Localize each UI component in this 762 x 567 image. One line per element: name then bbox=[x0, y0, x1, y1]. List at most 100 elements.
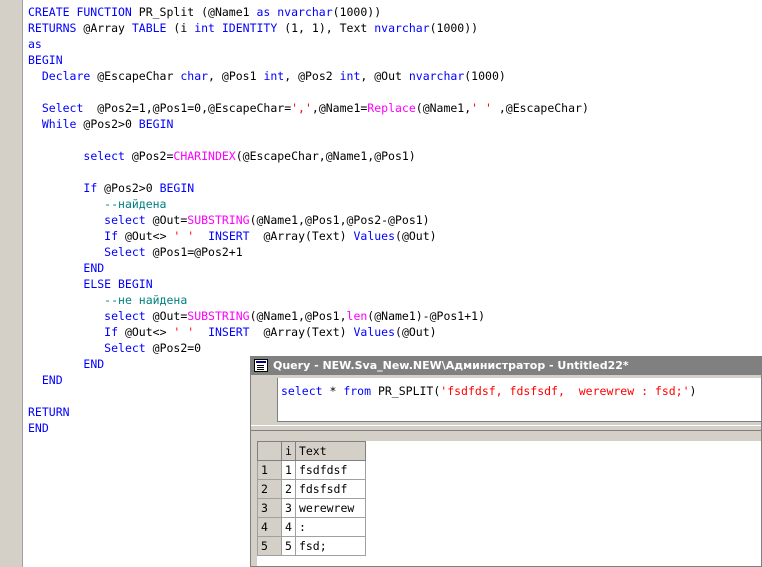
cell-i[interactable]: 4 bbox=[281, 517, 296, 537]
code-token: END bbox=[83, 357, 105, 371]
code-token: @Out<> bbox=[124, 325, 174, 339]
results-grid[interactable]: i Text 1 1 fsdfdsf 2 2 fdsfsdf 3 3 werewrew 4 4:5 5… bbox=[257, 441, 761, 566]
query-window[interactable]: Query - NEW.Sva_New.NEW\Администратор - … bbox=[250, 356, 762, 567]
code-token: @Pos2=0 bbox=[152, 341, 202, 355]
row-number[interactable]: 3 bbox=[257, 498, 282, 518]
code-token: INSERT bbox=[208, 325, 250, 339]
code-token: , @Pos2 bbox=[284, 69, 340, 83]
code-line[interactable]: --не найдена bbox=[28, 292, 589, 308]
table-row[interactable]: 1 1 fsdfdsf bbox=[257, 460, 366, 480]
query-token: * bbox=[322, 384, 344, 398]
cell-text[interactable]: fsdfdsf bbox=[294, 460, 366, 480]
query-input[interactable]: select * from PR_SPLIT('fsdfdsf, fdsfsdf… bbox=[277, 378, 761, 422]
row-number[interactable]: 4 bbox=[257, 517, 282, 537]
code-token: @Array(Text) bbox=[249, 325, 354, 339]
code-token: SUBSTRING bbox=[187, 213, 250, 227]
code-token: nvarchar bbox=[408, 69, 465, 83]
code-token: nvarchar bbox=[374, 21, 430, 35]
code-token: (1000)) bbox=[332, 5, 382, 19]
code-line[interactable]: --найдена bbox=[28, 196, 589, 212]
table-row[interactable]: 44: bbox=[257, 517, 366, 537]
table-row[interactable]: 5 5 fsd; bbox=[257, 536, 366, 556]
cell-i[interactable]: 3 bbox=[281, 498, 296, 518]
query-window-title-bar[interactable]: Query - NEW.Sva_New.NEW\Администратор - … bbox=[251, 357, 761, 375]
code-token: @Pos1=@Pos2+1 bbox=[152, 245, 243, 259]
grid-corner-header[interactable] bbox=[257, 441, 282, 461]
code-token: ',' bbox=[291, 101, 312, 115]
table-row[interactable]: 2 2 fdsfsdf bbox=[257, 479, 366, 499]
code-token: If bbox=[104, 229, 125, 243]
cell-i[interactable]: 2 bbox=[281, 479, 296, 499]
code-token: ' ' bbox=[471, 101, 492, 115]
code-token: Select bbox=[104, 245, 153, 259]
query-token: select bbox=[281, 384, 323, 398]
code-line[interactable]: RETURNS @Array TABLE (i int IDENTITY (1,… bbox=[28, 20, 589, 36]
column-header-i[interactable]: i bbox=[281, 441, 296, 461]
row-number[interactable]: 5 bbox=[257, 536, 282, 556]
code-line[interactable]: Select @Pos1=@Pos2+1 bbox=[28, 244, 589, 260]
code-line[interactable]: select @Pos2=CHARINDEX(@EscapeChar,@Name… bbox=[28, 148, 589, 164]
code-line[interactable] bbox=[28, 164, 589, 180]
code-line[interactable]: select @Out=SUBSTRING(@Name1,@Pos1,len(@… bbox=[28, 308, 589, 324]
code-token: Values bbox=[353, 325, 396, 339]
code-line[interactable] bbox=[28, 84, 589, 100]
code-token: --не найдена bbox=[104, 293, 188, 307]
code-token: select bbox=[104, 213, 153, 227]
code-token: (i bbox=[173, 21, 195, 35]
code-token: int bbox=[263, 69, 285, 83]
splitter[interactable] bbox=[251, 425, 761, 431]
code-line[interactable]: Declare @EscapeChar char, @Pos1 int, @Po… bbox=[28, 68, 589, 84]
code-token: @Pos2>0 bbox=[104, 181, 160, 195]
code-line[interactable]: END bbox=[28, 260, 589, 276]
code-line[interactable]: Select @Pos2=1,@Pos1=0,@EscapeChar=',',@… bbox=[28, 100, 589, 116]
row-number[interactable]: 2 bbox=[257, 479, 282, 499]
code-token: END bbox=[41, 373, 63, 387]
column-header-text[interactable]: Text bbox=[294, 441, 366, 461]
code-line[interactable]: ELSE BEGIN bbox=[28, 276, 589, 292]
code-line[interactable]: While @Pos2>0 BEGIN bbox=[28, 116, 589, 132]
code-token: ELSE BEGIN bbox=[83, 277, 153, 291]
code-line[interactable] bbox=[28, 132, 589, 148]
code-line[interactable]: select @Out=SUBSTRING(@Name1,@Pos1,@Pos2… bbox=[28, 212, 589, 228]
cell-i[interactable]: 5 bbox=[281, 536, 296, 556]
code-token: CREATE FUNCTION bbox=[28, 5, 139, 19]
code-line[interactable]: If @Out<> ' ' INSERT @Array(Text) Values… bbox=[28, 324, 589, 340]
code-token: Values bbox=[353, 229, 396, 243]
code-line[interactable]: If @Pos2>0 BEGIN bbox=[28, 180, 589, 196]
editor-gutter bbox=[0, 0, 23, 567]
cell-i[interactable]: 1 bbox=[281, 460, 296, 480]
query-token: PR_SPLIT( bbox=[371, 384, 441, 398]
table-row[interactable]: 3 3 werewrew bbox=[257, 498, 366, 518]
code-line[interactable]: BEGIN bbox=[28, 52, 589, 68]
code-token: (@Name1,@Pos1,@Pos2-@Pos1) bbox=[249, 213, 430, 227]
query-token: from bbox=[343, 384, 372, 398]
code-token: select bbox=[104, 309, 153, 323]
code-token: select bbox=[83, 149, 132, 163]
row-number[interactable]: 1 bbox=[257, 460, 282, 480]
code-token: While bbox=[41, 117, 84, 131]
code-token: SUBSTRING bbox=[187, 309, 250, 323]
cell-text[interactable]: fdsfsdf bbox=[294, 479, 366, 499]
code-token: Select bbox=[104, 341, 153, 355]
query-document-icon bbox=[254, 359, 268, 372]
code-line[interactable]: CREATE FUNCTION PR_Split (@Name1 as nvar… bbox=[28, 4, 589, 20]
code-token: Select bbox=[41, 101, 84, 115]
cell-text[interactable]: fsd; bbox=[294, 536, 366, 556]
cell-text[interactable]: werewrew bbox=[294, 498, 366, 518]
query-token: ) bbox=[689, 384, 697, 398]
cell-text[interactable]: : bbox=[294, 517, 366, 537]
code-token: @EscapeChar bbox=[97, 69, 181, 83]
code-line[interactable]: as bbox=[28, 36, 589, 52]
code-line[interactable]: If @Out<> ' ' INSERT @Array(Text) Values… bbox=[28, 228, 589, 244]
code-line[interactable]: Select @Pos2=0 bbox=[28, 340, 589, 356]
code-token: ' ' bbox=[173, 325, 195, 339]
